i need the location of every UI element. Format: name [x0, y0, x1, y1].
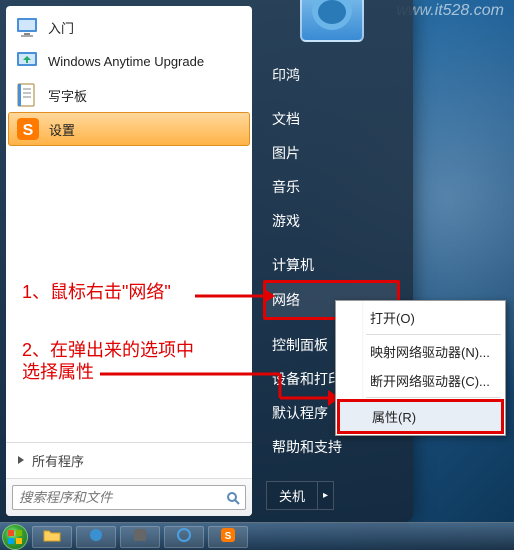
context-menu-open[interactable]: 打开(O) — [338, 303, 503, 332]
folder-icon — [43, 528, 61, 545]
programs-list: 入门 Windows Anytime Upgrade 写字板 S 设置 — [6, 6, 252, 442]
program-item-wordpad[interactable]: 写字板 — [6, 78, 252, 112]
app-icon — [133, 528, 147, 545]
notepad-icon — [14, 82, 40, 108]
monitor-icon — [14, 14, 40, 40]
separator — [366, 397, 501, 398]
shutdown-row: 关机 ▸ — [266, 481, 397, 510]
taskbar: S — [0, 522, 514, 550]
program-label: 写字板 — [48, 86, 87, 105]
program-label: 设置 — [49, 120, 75, 139]
taskbar-item[interactable] — [76, 526, 116, 548]
triangle-right-icon — [16, 453, 26, 468]
taskbar-item[interactable] — [120, 526, 160, 548]
sidebar-item-pictures[interactable]: 图片 — [266, 136, 397, 170]
start-menu-right: 印鸿 文档 图片 音乐 游戏 计算机 网络 控制面板 设备和打印机 默认程序 帮… — [252, 6, 407, 516]
context-menu: 打开(O) 映射网络驱动器(N)... 断开网络驱动器(C)... 属性(R) — [335, 300, 506, 436]
search-row — [6, 478, 252, 516]
search-icon — [226, 491, 240, 505]
start-button[interactable] — [2, 524, 28, 550]
start-menu: 入门 Windows Anytime Upgrade 写字板 S 设置 — [0, 0, 413, 522]
app-icon — [89, 528, 103, 545]
taskbar-item[interactable] — [32, 526, 72, 548]
sidebar-item-computer[interactable]: 计算机 — [266, 248, 397, 282]
user-picture[interactable] — [300, 0, 364, 42]
sidebar-item-documents[interactable]: 文档 — [266, 102, 397, 136]
sidebar-item-music[interactable]: 音乐 — [266, 170, 397, 204]
separator — [366, 334, 501, 335]
svg-text:S: S — [225, 531, 232, 542]
sidebar-item-user[interactable]: 印鸿 — [266, 58, 397, 92]
search-input[interactable] — [12, 485, 246, 510]
program-item-anytime-upgrade[interactable]: Windows Anytime Upgrade — [6, 44, 252, 78]
all-programs[interactable]: 所有程序 — [6, 442, 252, 478]
sidebar-item-games[interactable]: 游戏 — [266, 204, 397, 238]
all-programs-label: 所有程序 — [32, 451, 84, 470]
taskbar-item[interactable]: S — [208, 526, 248, 548]
browser-icon — [177, 528, 191, 545]
upgrade-icon — [14, 48, 40, 74]
settings-s-icon: S — [221, 528, 235, 545]
program-label: 入门 — [48, 18, 74, 37]
svg-text:S: S — [23, 122, 34, 139]
settings-s-icon: S — [15, 116, 41, 142]
shutdown-menu-arrow[interactable]: ▸ — [318, 481, 334, 510]
context-menu-properties[interactable]: 属性(R) — [337, 399, 504, 434]
context-menu-map-drive[interactable]: 映射网络驱动器(N)... — [338, 337, 503, 366]
program-item-settings[interactable]: S 设置 — [8, 112, 250, 146]
program-item-getting-started[interactable]: 入门 — [6, 10, 252, 44]
start-menu-left: 入门 Windows Anytime Upgrade 写字板 S 设置 — [6, 6, 252, 516]
program-label: Windows Anytime Upgrade — [48, 54, 204, 69]
shutdown-button[interactable]: 关机 — [266, 481, 318, 510]
context-menu-disconnect-drive[interactable]: 断开网络驱动器(C)... — [338, 366, 503, 395]
taskbar-item[interactable] — [164, 526, 204, 548]
